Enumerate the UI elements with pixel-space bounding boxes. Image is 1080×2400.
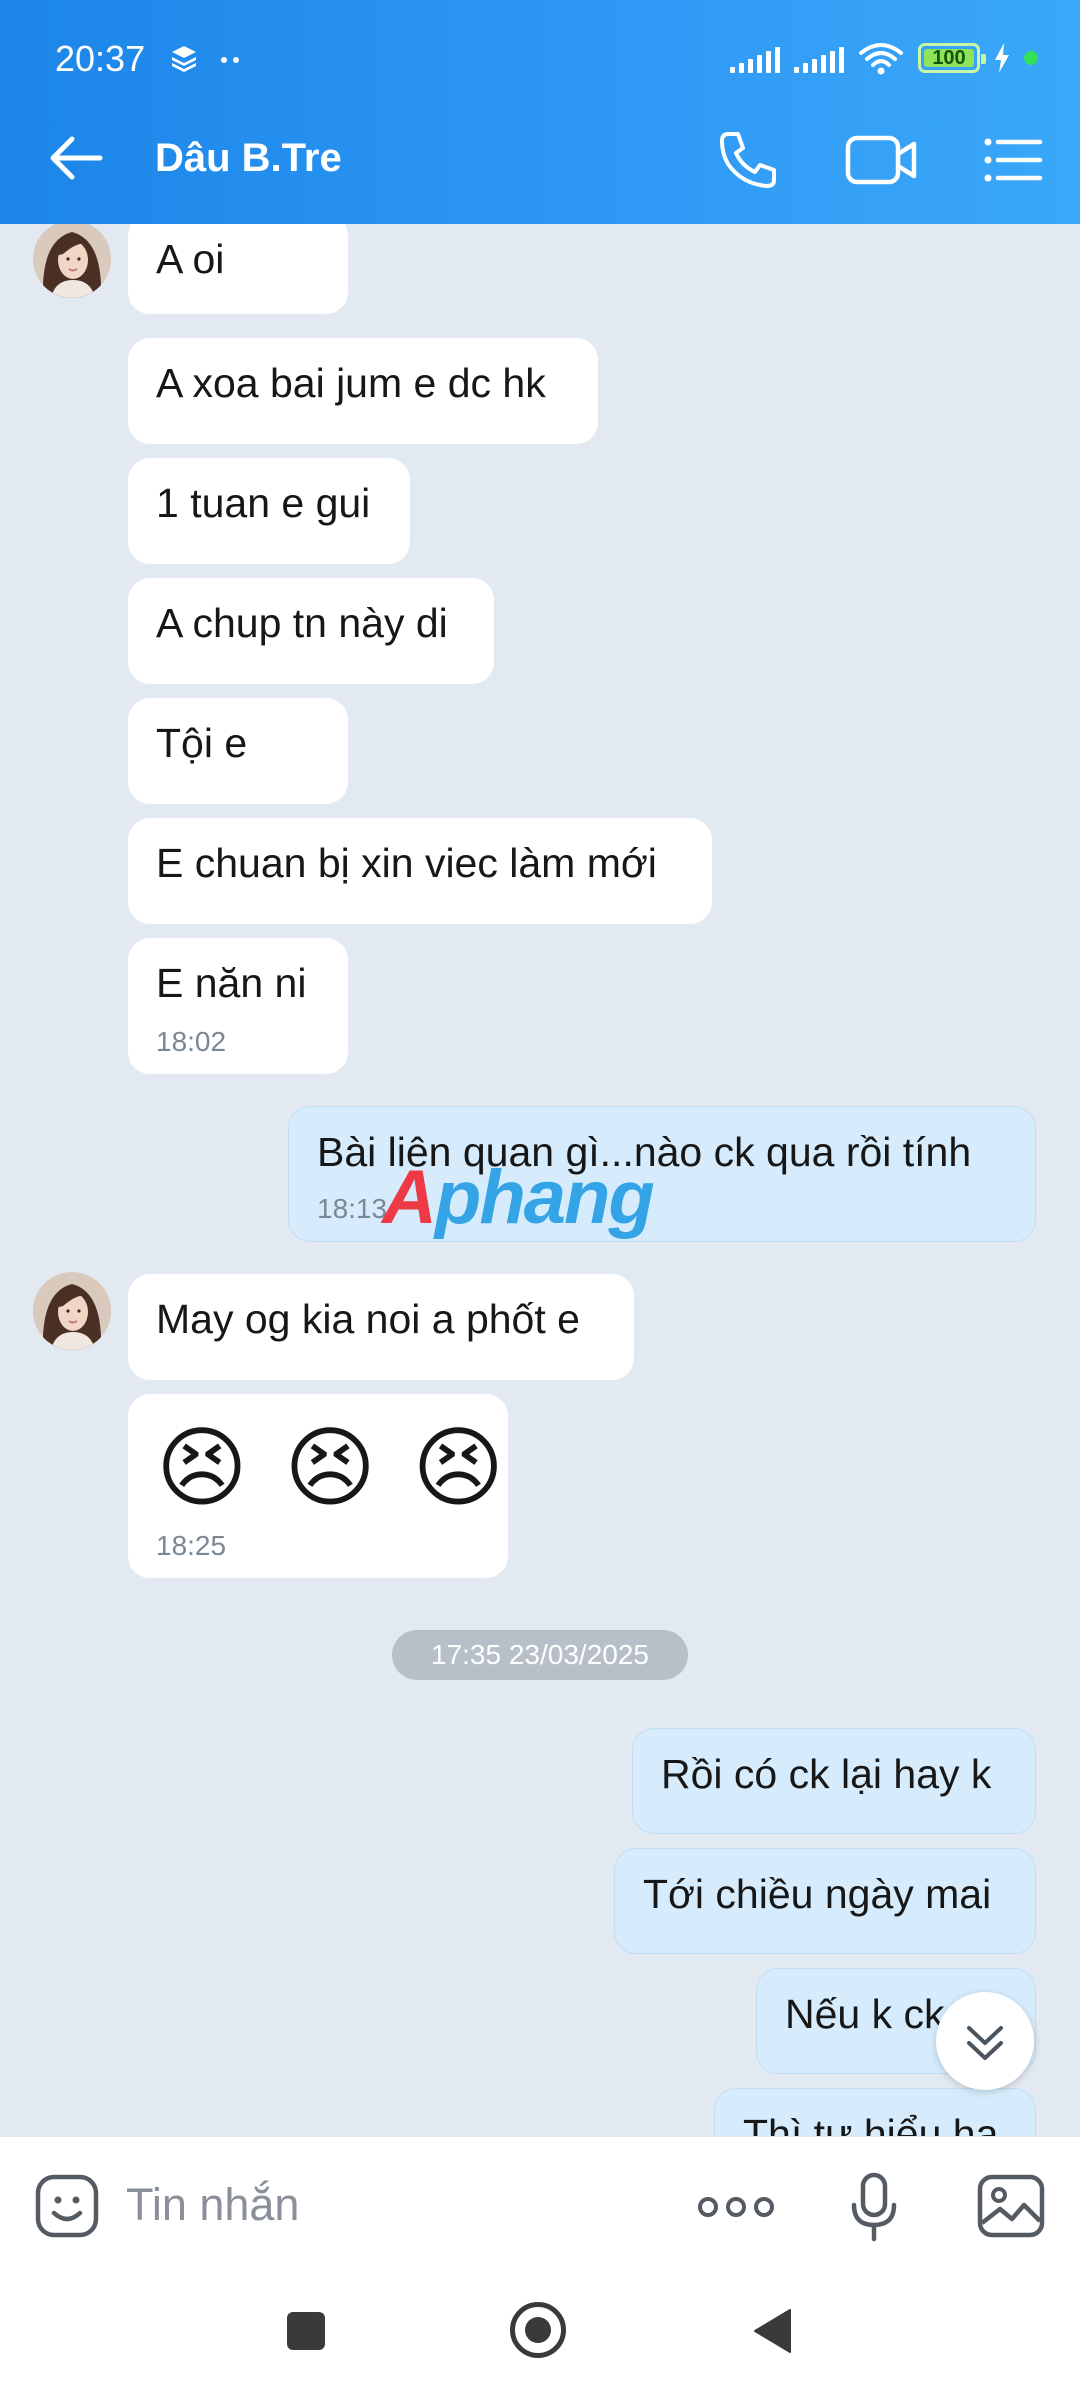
watermark-logo: Aphang <box>382 1155 655 1240</box>
back-arrow-icon <box>50 136 103 180</box>
date-separator: 17:35 23/03/2025 <box>392 1630 688 1680</box>
message-bubble[interactable]: 😣 😣 😣 18:25 <box>128 1394 508 1578</box>
status-right-icons: 100 <box>730 38 1038 78</box>
message-text: Rồi có ck lại hay k <box>661 1751 992 1797</box>
chat-menu-button[interactable] <box>976 124 1048 196</box>
top-bar: 20:37 100 Dâu B.Tre <box>0 0 1080 224</box>
wifi-icon <box>859 43 903 75</box>
my-message-bubble[interactable]: Rồi có ck lại hay k <box>632 1728 1036 1834</box>
menu-list-icon <box>984 138 1043 182</box>
message-text: Thì tự hiểu ha <box>743 2111 999 2136</box>
scroll-to-bottom-button[interactable] <box>936 1992 1034 2090</box>
message-time: 18:25 <box>156 1530 227 1561</box>
system-navigation-bar <box>0 2272 1080 2400</box>
home-button[interactable] <box>510 2302 566 2358</box>
message-time: 18:13 <box>317 1193 388 1224</box>
dots-icon <box>221 57 239 63</box>
message-input-bar <box>0 2136 1080 2272</box>
message-bubble[interactable]: Tội e <box>128 698 348 804</box>
message-bubble[interactable]: May og kia noi a phốt e <box>128 1274 634 1380</box>
more-dots-icon <box>698 2197 774 2217</box>
charging-icon <box>995 43 1009 73</box>
contact-avatar[interactable] <box>33 224 111 298</box>
message-bubble[interactable]: A chup tn này di <box>128 578 494 684</box>
message-text: Nếu k ck <box>785 1991 945 2037</box>
chat-title[interactable]: Dâu B.Tre <box>155 136 342 181</box>
voice-message-button[interactable] <box>846 2171 902 2243</box>
microphone-icon <box>851 2172 897 2242</box>
system-back-button[interactable] <box>752 2308 792 2354</box>
message-text: A xoa bai jum e dc hk <box>156 360 546 406</box>
contact-avatar[interactable] <box>33 1272 111 1350</box>
battery-level: 100 <box>932 47 966 69</box>
message-bubble[interactable]: E chuan bị xin viec làm mới <box>128 818 712 924</box>
message-text: 1 tuan e gui <box>156 480 371 526</box>
image-icon <box>977 2174 1045 2238</box>
message-bubble[interactable]: E năn ni 18:02 <box>128 938 348 1074</box>
message-text: E năn ni <box>156 960 307 1006</box>
message-text: A chup tn này di <box>156 600 448 646</box>
my-message-bubble[interactable]: Tới chiều ngày mai <box>614 1848 1036 1954</box>
message-text: E chuan bị xin viec làm mới <box>156 840 657 886</box>
message-text: A oi <box>156 236 225 282</box>
signal-icon <box>794 43 844 73</box>
video-camera-icon <box>845 135 917 185</box>
status-bar: 20:37 100 <box>0 0 1080 92</box>
signal-icon <box>730 43 780 73</box>
my-message-bubble[interactable]: Thì tự hiểu ha <box>714 2088 1036 2136</box>
gallery-button[interactable] <box>976 2171 1046 2241</box>
chat-header: Dâu B.Tre <box>0 92 1080 224</box>
message-bubble[interactable]: 1 tuan e gui <box>128 458 410 564</box>
emoji-button[interactable] <box>34 2173 100 2239</box>
message-bubble[interactable]: A xoa bai jum e dc hk <box>128 338 598 444</box>
battery-icon: 100 <box>918 43 986 73</box>
message-input[interactable] <box>126 2175 646 2235</box>
sticker-icon <box>35 2174 99 2238</box>
double-chevron-down-icon <box>967 2026 1003 2060</box>
layers-icon <box>172 46 196 72</box>
message-bubble[interactable]: A oi <box>128 224 348 314</box>
video-call-button[interactable] <box>842 124 922 196</box>
back-button[interactable] <box>40 122 112 194</box>
message-text: Tội e <box>156 720 248 766</box>
message-list[interactable]: A oi A xoa bai jum e dc hk 1 tuan e gui … <box>0 224 1080 2136</box>
status-time: 20:37 <box>55 38 146 79</box>
message-text: May og kia noi a phốt e <box>156 1296 580 1342</box>
message-time: 18:02 <box>156 1026 227 1057</box>
notification-dot <box>1024 51 1038 65</box>
message-emoji: 😣 😣 😣 <box>156 1418 511 1517</box>
status-left-icons <box>172 44 242 79</box>
recent-apps-button[interactable] <box>287 2312 325 2350</box>
phone-icon <box>720 132 776 188</box>
message-text: Tới chiều ngày mai <box>643 1871 992 1917</box>
voice-call-button[interactable] <box>712 124 784 196</box>
more-options-button[interactable] <box>694 2179 778 2235</box>
triangle-back-icon <box>754 2309 791 2353</box>
